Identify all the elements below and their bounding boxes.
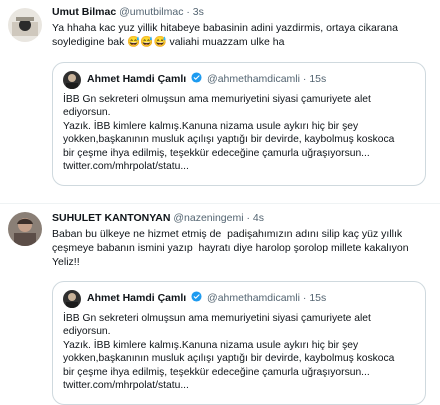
- quoted-avatar: [63, 71, 81, 89]
- avatar[interactable]: [8, 212, 42, 246]
- quoted-author-handle[interactable]: @ahmethamdicamli: [207, 73, 300, 85]
- tweet-header: Umut Bilmac @umutbilmac · 3s: [52, 5, 204, 19]
- author-handle[interactable]: @nazeningemi: [173, 212, 243, 224]
- verified-badge-icon: [191, 291, 202, 302]
- quoted-text: İBB Gn sekreteri olmuşsun ama memuriyeti…: [63, 94, 395, 173]
- author-handle[interactable]: @umutbilmac: [119, 6, 183, 18]
- timestamp[interactable]: 3s: [193, 6, 204, 18]
- quoted-header: Ahmet Hamdi Çamlı @ahmethamdicamli · 15s: [87, 291, 326, 305]
- quoted-header: Ahmet Hamdi Çamlı @ahmethamdicamli · 15s: [87, 72, 326, 86]
- author-name[interactable]: SUHULET KANTONYAN: [52, 212, 170, 224]
- tweet-header: SUHULET KANTONYAN @nazeningemi · 4s: [52, 211, 264, 225]
- separator-dot: ·: [302, 73, 307, 85]
- separator-dot: ·: [186, 6, 190, 18]
- quoted-tweet-card[interactable]: Ahmet Hamdi Çamlı @ahmethamdicamli · 15s…: [52, 62, 426, 186]
- quoted-timestamp[interactable]: 15s: [309, 73, 326, 85]
- tweet[interactable]: Umut Bilmac @umutbilmac · 3s Ya hhaha ka…: [0, 0, 440, 196]
- quoted-text: İBB Gn sekreteri olmuşsun ama memuriyeti…: [63, 313, 395, 392]
- tweet-text: Baban bu ülkeye ne hizmet etmiş de padiş…: [52, 228, 409, 268]
- quoted-tweet-card[interactable]: Ahmet Hamdi Çamlı @ahmethamdicamli · 15s…: [52, 281, 426, 405]
- quoted-author-name[interactable]: Ahmet Hamdi Çamlı: [87, 73, 186, 85]
- author-name[interactable]: Umut Bilmac: [52, 6, 116, 18]
- separator-dot: ·: [246, 212, 250, 224]
- tweet-text: Ya hhaha kac yuz yillik hitabeye babasin…: [52, 22, 398, 48]
- quoted-avatar: [63, 290, 81, 308]
- verified-badge-icon: [191, 72, 202, 83]
- timestamp[interactable]: 4s: [253, 212, 264, 224]
- separator-dot: ·: [302, 292, 307, 304]
- quoted-author-name[interactable]: Ahmet Hamdi Çamlı: [87, 292, 186, 304]
- avatar[interactable]: [8, 8, 42, 42]
- quoted-author-handle[interactable]: @ahmethamdicamli: [207, 292, 300, 304]
- quoted-timestamp[interactable]: 15s: [309, 292, 326, 304]
- tweet-divider: [0, 203, 440, 204]
- tweet[interactable]: SUHULET KANTONYAN @nazeningemi · 4s Baba…: [0, 205, 440, 405]
